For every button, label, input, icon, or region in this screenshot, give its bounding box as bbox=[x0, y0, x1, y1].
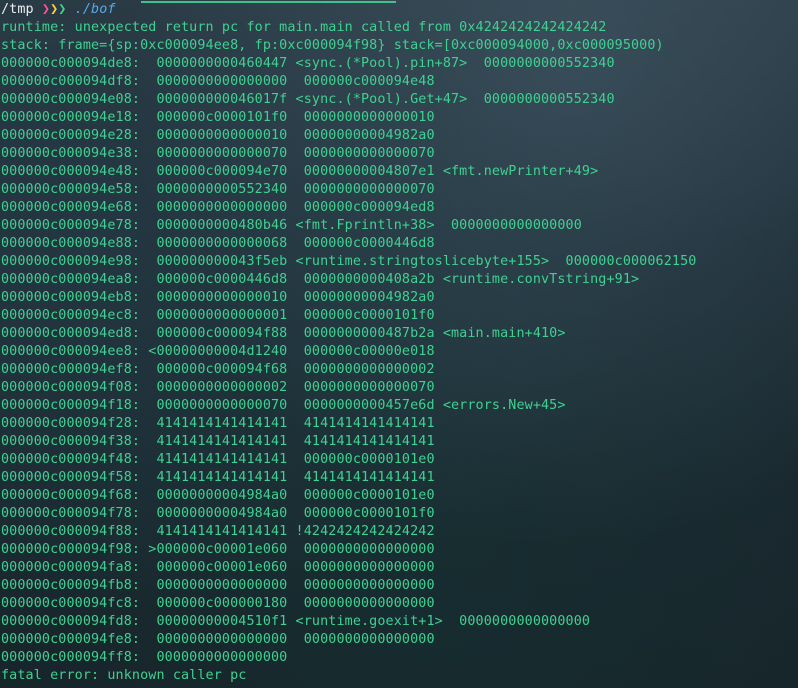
prompt-command: ./bof bbox=[74, 2, 116, 17]
output-line: 000000c000094e28: 0000000000000010 00000… bbox=[1, 128, 435, 143]
output-line: 000000c000094ed8: 000000c000094f88 00000… bbox=[1, 326, 566, 341]
output-line: 000000c000094f18: 0000000000000070 00000… bbox=[1, 398, 566, 413]
output-line: 000000c000094ff8: 0000000000000000 bbox=[1, 650, 288, 665]
output-line: 000000c000094e88: 0000000000000068 00000… bbox=[1, 236, 435, 251]
output-line: stack: frame={sp:0xc000094ee8, fp:0xc000… bbox=[1, 38, 664, 53]
terminal-window[interactable]: /tmp ❯❯❯ ./bof runtime: unexpected retur… bbox=[1, 1, 797, 687]
output-line: 000000c000094de8: 0000000000460447 <sync… bbox=[1, 56, 615, 71]
output-line: 000000c000094e68: 0000000000000000 00000… bbox=[1, 200, 435, 215]
prompt-arrows-icon: ❯❯❯ bbox=[42, 2, 67, 17]
output-line: 000000c000094fe8: 0000000000000000 00000… bbox=[1, 632, 435, 647]
output-line: 000000c000094f08: 0000000000000002 00000… bbox=[1, 380, 435, 395]
output-line: runtime: unexpected return pc for main.m… bbox=[1, 20, 607, 35]
output-line: 000000c000094df8: 0000000000000000 00000… bbox=[1, 74, 435, 89]
output-line: 000000c000094ea8: 000000c0000446d8 00000… bbox=[1, 272, 640, 287]
output-line: 000000c000094f28: 4141414141414141 41414… bbox=[1, 416, 435, 431]
output-line: 000000c000094e78: 0000000000480b46 <fmt.… bbox=[1, 218, 582, 233]
prompt-arrow-3: ❯ bbox=[58, 2, 67, 17]
output-line: 000000c000094fd8: 00000000004510f1 <runt… bbox=[1, 614, 591, 629]
output-line: 000000c000094e48: 000000c000094e70 00000… bbox=[1, 164, 599, 179]
output-line: 000000c000094e98: 000000000043f5eb <runt… bbox=[1, 254, 697, 269]
output-line: 000000c000094e38: 0000000000000070 00000… bbox=[1, 146, 435, 161]
output-line: 000000c000094ef8: 000000c000094f68 00000… bbox=[1, 362, 435, 377]
output-line: 000000c000094fb8: 0000000000000000 00000… bbox=[1, 578, 435, 593]
prompt-arrow-1: ❯ bbox=[41, 2, 51, 17]
output-line: 000000c000094fc8: 000000c000000180 00000… bbox=[1, 596, 435, 611]
output-line: 000000c000094f68: 00000000004984a0 00000… bbox=[1, 488, 435, 503]
output-line: 000000c000094e18: 000000c0000101f0 00000… bbox=[1, 110, 435, 125]
output-line: 000000c000094fa8: 000000c00001e060 00000… bbox=[1, 560, 435, 575]
output-line: 000000c000094f78: 00000000004984a0 00000… bbox=[1, 506, 435, 521]
output-line: 000000c000094f98: >000000c00001e060 0000… bbox=[1, 542, 435, 557]
output-line: 000000c000094f58: 4141414141414141 41414… bbox=[1, 470, 435, 485]
terminal-selection-bar bbox=[141, 1, 396, 3]
output-line: 000000c000094f48: 4141414141414141 00000… bbox=[1, 452, 435, 467]
output-line: fatal error: unknown caller pc bbox=[1, 668, 247, 683]
output-line: 000000c000094ec8: 0000000000000001 00000… bbox=[1, 308, 435, 323]
output-line: 000000c000094ee8: <00000000004d1240 0000… bbox=[1, 344, 435, 359]
output-line: 000000c000094f88: 4141414141414141 !4242… bbox=[1, 524, 435, 539]
terminal-output: runtime: unexpected return pc for main.m… bbox=[1, 19, 797, 685]
output-line: 000000c000094e08: 000000000046017f <sync… bbox=[1, 92, 615, 107]
output-line: 000000c000094e58: 0000000000552340 00000… bbox=[1, 182, 435, 197]
prompt-cwd: /tmp bbox=[1, 2, 34, 17]
output-line: 000000c000094f38: 4141414141414141 41414… bbox=[1, 434, 435, 449]
shell-prompt: /tmp ❯❯❯ ./bof bbox=[1, 1, 797, 19]
output-line: 000000c000094eb8: 0000000000000010 00000… bbox=[1, 290, 435, 305]
